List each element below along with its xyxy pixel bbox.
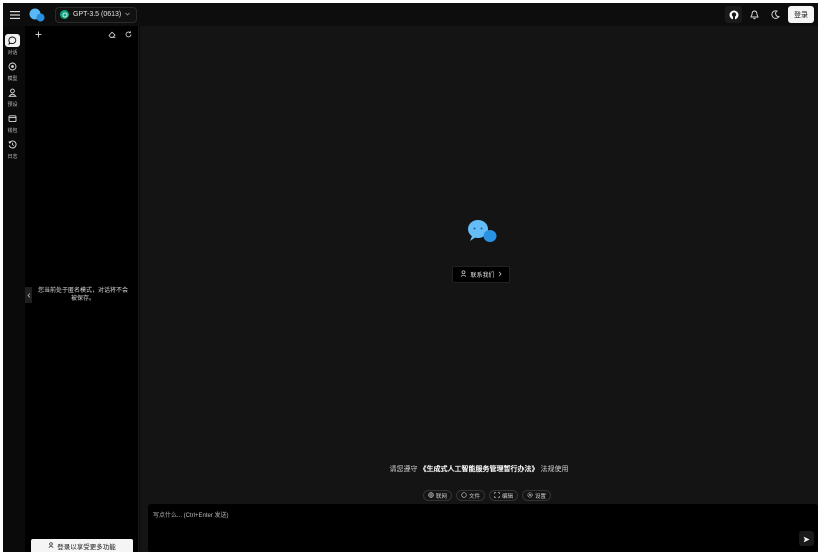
new-chat-plus-icon[interactable] [35, 25, 42, 43]
rail-label-log: 日志 [7, 154, 18, 160]
contact-us-label: 联系我们 [470, 273, 495, 279]
send-button[interactable] [799, 531, 814, 546]
expand-icon [494, 491, 500, 500]
app-window: GPT-3.5 (0613) 登录 对话 模型 预设 钱包 日志 您当前处于匿名… [3, 3, 818, 552]
collapse-panel-button[interactable] [25, 287, 32, 303]
edit-button[interactable]: 编辑 [489, 490, 519, 501]
globe-icon [428, 491, 434, 500]
rail-item-log[interactable]: 日志 [3, 138, 22, 164]
model-selector[interactable]: GPT-3.5 (0613) [55, 6, 138, 23]
rail-label-preset: 预设 [7, 102, 18, 108]
rail-item-wallet[interactable]: 钱包 [3, 112, 22, 138]
model-name: GPT-3.5 (0613) [73, 11, 122, 18]
gear-icon [527, 491, 533, 500]
preset-person-icon [5, 86, 20, 99]
chat-logo-icon [466, 219, 498, 245]
bell-icon[interactable] [746, 6, 763, 23]
file-button[interactable]: 文件 [456, 490, 486, 501]
send-icon [803, 530, 810, 548]
login-button[interactable]: 登录 [788, 6, 814, 23]
nav-rail: 对话 模型 预设 钱包 日志 [3, 26, 22, 552]
settings-label: 设置 [535, 493, 547, 500]
contact-us-button[interactable]: 联系我们 [452, 266, 510, 283]
panel-login-button[interactable]: 登录以享受更多功能 [31, 539, 133, 552]
message-input[interactable] [148, 504, 818, 552]
clear-eraser-icon[interactable] [108, 25, 116, 43]
attachment-icon [461, 491, 467, 500]
incognito-message: 您当前处于匿名模式，对话将不会被保存。 [37, 288, 128, 302]
menu-icon[interactable] [8, 8, 22, 22]
notice-suffix: 法规使用 [540, 466, 569, 473]
refresh-icon[interactable] [125, 25, 132, 43]
user-icon [48, 542, 54, 550]
openai-icon [60, 10, 69, 19]
input-toolbar: 联网 文件 编辑 设置 [423, 490, 552, 501]
file-label: 文件 [469, 493, 481, 500]
rail-label-model: 模型 [7, 76, 18, 82]
notice-prefix: 请您遵守 [389, 466, 418, 473]
conversation-panel: 您当前处于匿名模式，对话将不会被保存。 登录以享受更多功能 [25, 26, 139, 552]
contact-user-icon [460, 270, 467, 279]
rail-label-wallet: 钱包 [7, 128, 18, 134]
moon-icon[interactable] [767, 6, 784, 23]
panel-header [25, 26, 138, 42]
web-search-label: 联网 [436, 493, 448, 500]
rail-item-model[interactable]: 模型 [3, 60, 22, 86]
law-link[interactable]: 《生成式人工智能服务管理暂行办法》 [420, 466, 539, 473]
web-search-toggle[interactable]: 联网 [423, 490, 453, 501]
message-input-container [148, 504, 818, 552]
chat-main-area: 联系我们 请您遵守 《生成式人工智能服务管理暂行办法》 法规使用 联网 文件 编… [140, 26, 818, 552]
top-bar: GPT-3.5 (0613) 登录 [3, 3, 818, 26]
settings-button[interactable]: 设置 [522, 490, 552, 501]
edit-label: 编辑 [502, 493, 514, 500]
top-actions: 登录 [725, 6, 814, 23]
rail-label-chat: 对话 [7, 50, 18, 56]
chevron-right-icon [498, 271, 502, 279]
model-target-icon [5, 60, 20, 73]
rail-item-chat[interactable]: 对话 [3, 34, 22, 60]
app-logo-icon [29, 8, 45, 22]
chat-bubble-icon [5, 34, 20, 47]
chevron-down-icon [125, 11, 130, 18]
rail-item-preset[interactable]: 预设 [3, 86, 22, 112]
usage-notice: 请您遵守 《生成式人工智能服务管理暂行办法》 法规使用 [140, 464, 818, 474]
history-clock-icon [5, 138, 20, 151]
github-icon[interactable] [725, 6, 742, 23]
wallet-icon [5, 112, 20, 125]
panel-login-label: 登录以享受更多功能 [57, 544, 116, 551]
